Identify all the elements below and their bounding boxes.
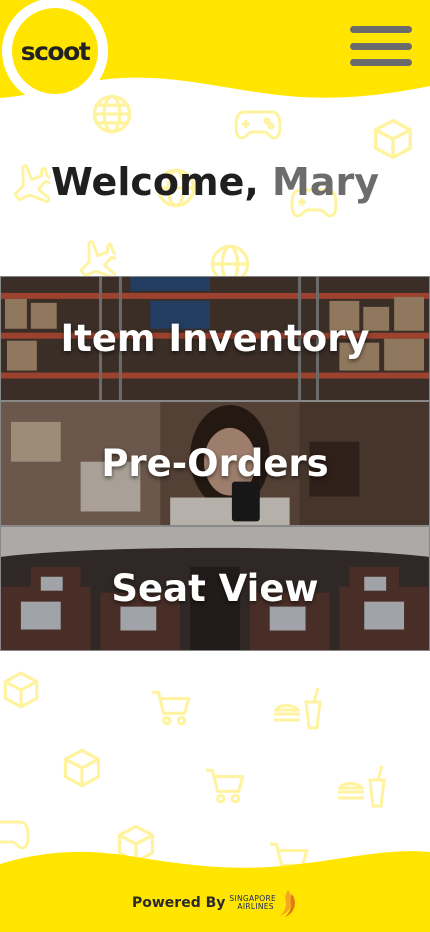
box-icon xyxy=(63,748,101,788)
menu-bar xyxy=(350,26,412,33)
partner-line-2: AIRLINES xyxy=(237,902,274,911)
burger-drink-icon xyxy=(273,687,322,730)
box-icon xyxy=(374,118,412,160)
cart-icon xyxy=(152,690,191,726)
tile-label: Item Inventory xyxy=(60,317,370,360)
welcome-user-name: Mary xyxy=(272,160,379,204)
scoot-logo[interactable]: scoot xyxy=(2,0,108,104)
logo-badge: scoot xyxy=(12,8,98,94)
box-icon xyxy=(3,671,39,709)
pre-orders-tile[interactable]: Pre-Orders xyxy=(0,401,430,526)
powered-by-text: Powered By xyxy=(131,895,226,911)
hamburger-menu-icon[interactable] xyxy=(350,26,412,66)
singapore-airlines-logo: SINGAPORE AIRLINES xyxy=(229,888,298,918)
menu-bar xyxy=(350,42,412,50)
partner-name: SINGAPORE AIRLINES xyxy=(229,895,276,911)
powered-by-footer: Powered By SINGAPORE AIRLINES xyxy=(0,888,430,918)
kris-bird-icon xyxy=(280,890,295,917)
menu-bar xyxy=(350,59,412,66)
tile-label: Seat View xyxy=(111,567,319,610)
logo-text: scoot xyxy=(20,36,91,66)
welcome-greeting: Welcome, xyxy=(51,160,259,204)
seat-view-tile[interactable]: Seat View xyxy=(0,526,430,651)
gamepad-icon xyxy=(234,110,282,140)
tile-label: Pre-Orders xyxy=(101,442,329,485)
welcome-heading: Welcome, Mary xyxy=(0,160,430,204)
cart-icon xyxy=(206,768,245,804)
burger-drink-icon xyxy=(337,765,386,808)
item-inventory-tile[interactable]: Item Inventory xyxy=(0,276,430,401)
footer-wave xyxy=(0,851,430,932)
